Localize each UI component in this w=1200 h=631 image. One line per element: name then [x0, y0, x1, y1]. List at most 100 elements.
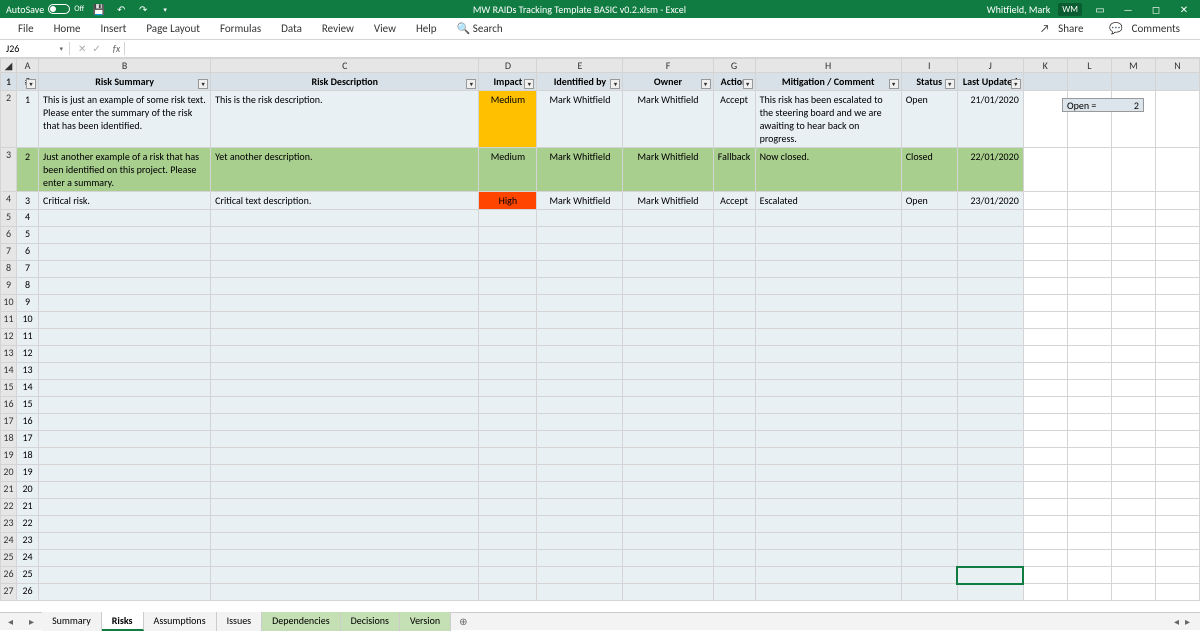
cell-num[interactable]: 10 — [17, 312, 39, 329]
empty-data-cell[interactable] — [755, 431, 901, 448]
empty-data-cell[interactable] — [957, 380, 1023, 397]
empty-data-cell[interactable] — [957, 533, 1023, 550]
empty-data-cell[interactable] — [755, 312, 901, 329]
empty-data-cell[interactable] — [479, 533, 537, 550]
minimize-icon[interactable]: — — [1118, 3, 1138, 16]
empty-cell-plain[interactable] — [1023, 567, 1067, 584]
empty-data-cell[interactable] — [537, 261, 623, 278]
empty-cell-plain[interactable] — [1023, 414, 1067, 431]
empty-data-cell[interactable] — [211, 465, 479, 482]
empty-cell-plain[interactable] — [1155, 261, 1199, 278]
empty-data-cell[interactable] — [755, 414, 901, 431]
cell-status[interactable]: Closed — [901, 148, 957, 192]
empty-cell-plain[interactable] — [1023, 380, 1067, 397]
empty-cell-plain[interactable] — [1111, 227, 1155, 244]
empty-header-cell[interactable] — [1155, 73, 1199, 91]
empty-data-cell[interactable] — [211, 363, 479, 380]
empty-data-cell[interactable] — [755, 584, 901, 601]
row-header[interactable]: 11 — [1, 312, 17, 329]
filter-dropdown-icon[interactable]: ▾ — [889, 79, 899, 89]
empty-cell-plain[interactable] — [1111, 550, 1155, 567]
ribbon-tab-formulas[interactable]: Formulas — [210, 18, 271, 40]
empty-data-cell[interactable] — [479, 584, 537, 601]
cell-num[interactable]: 4 — [17, 210, 39, 227]
cell-num[interactable]: 16 — [17, 414, 39, 431]
empty-data-cell[interactable] — [755, 227, 901, 244]
maximize-icon[interactable]: ◻ — [1146, 3, 1166, 16]
empty-data-cell[interactable] — [537, 516, 623, 533]
empty-data-cell[interactable] — [755, 567, 901, 584]
empty-data-cell[interactable] — [39, 550, 211, 567]
empty-data-cell[interactable] — [901, 448, 957, 465]
empty-data-cell[interactable] — [957, 210, 1023, 227]
sheet-tab-decisions[interactable]: Decisions — [341, 612, 400, 631]
empty-data-cell[interactable] — [479, 414, 537, 431]
empty-data-cell[interactable] — [211, 278, 479, 295]
empty-cell-plain[interactable] — [1111, 482, 1155, 499]
column-header[interactable]: N — [1155, 59, 1199, 73]
empty-data-cell[interactable] — [901, 465, 957, 482]
empty-data-cell[interactable] — [39, 312, 211, 329]
table-header-summary[interactable]: Risk Summary▾ — [39, 73, 211, 91]
empty-cell-plain[interactable] — [1067, 148, 1111, 192]
filter-dropdown-icon[interactable]: ▾ — [610, 79, 620, 89]
cell-summary[interactable]: Critical risk. — [39, 192, 211, 210]
empty-data-cell[interactable] — [901, 567, 957, 584]
empty-cell-plain[interactable] — [1023, 584, 1067, 601]
empty-cell-plain[interactable] — [1023, 516, 1067, 533]
empty-data-cell[interactable] — [901, 210, 957, 227]
empty-data-cell[interactable] — [623, 567, 713, 584]
cell-mitigation[interactable]: Now closed. — [755, 148, 901, 192]
empty-data-cell[interactable] — [211, 295, 479, 312]
empty-cell-plain[interactable] — [1155, 346, 1199, 363]
empty-cell-plain[interactable] — [1111, 261, 1155, 278]
empty-cell-plain[interactable] — [1155, 533, 1199, 550]
sheet-tab-version[interactable]: Version — [400, 612, 451, 631]
empty-data-cell[interactable] — [713, 261, 755, 278]
empty-data-cell[interactable] — [537, 499, 623, 516]
empty-header-cell[interactable] — [1067, 73, 1111, 91]
cell-action[interactable]: Accept — [713, 91, 755, 148]
tab-nav-prev[interactable]: ◂ — [0, 615, 21, 628]
column-header[interactable]: K — [1023, 59, 1067, 73]
empty-data-cell[interactable] — [623, 516, 713, 533]
empty-data-cell[interactable] — [623, 210, 713, 227]
cell-num[interactable]: 12 — [17, 346, 39, 363]
empty-data-cell[interactable] — [755, 210, 901, 227]
cell-last-updated[interactable]: 23/01/2020 — [957, 192, 1023, 210]
empty-data-cell[interactable] — [623, 431, 713, 448]
row-header[interactable]: 19 — [1, 448, 17, 465]
selected-cell[interactable] — [957, 567, 1023, 584]
empty-data-cell[interactable] — [713, 516, 755, 533]
cell-owner[interactable]: Mark Whitfield — [623, 192, 713, 210]
empty-data-cell[interactable] — [957, 465, 1023, 482]
cell-num[interactable]: 5 — [17, 227, 39, 244]
empty-cell-plain[interactable] — [1023, 192, 1067, 210]
empty-data-cell[interactable] — [211, 380, 479, 397]
empty-data-cell[interactable] — [39, 295, 211, 312]
empty-cell-plain[interactable] — [1155, 380, 1199, 397]
empty-data-cell[interactable] — [479, 499, 537, 516]
row-header[interactable]: 9 — [1, 278, 17, 295]
empty-data-cell[interactable] — [901, 261, 957, 278]
column-header[interactable]: I — [901, 59, 957, 73]
empty-data-cell[interactable] — [537, 448, 623, 465]
sheet-tab-assumptions[interactable]: Assumptions — [144, 612, 217, 631]
empty-data-cell[interactable] — [901, 482, 957, 499]
enter-formula-icon[interactable]: ✓ — [92, 42, 100, 55]
empty-data-cell[interactable] — [957, 244, 1023, 261]
empty-data-cell[interactable] — [957, 499, 1023, 516]
row-header[interactable]: 20 — [1, 465, 17, 482]
empty-cell-plain[interactable] — [1155, 227, 1199, 244]
empty-data-cell[interactable] — [211, 346, 479, 363]
cell-status[interactable]: Open — [901, 91, 957, 148]
empty-data-cell[interactable] — [755, 278, 901, 295]
empty-data-cell[interactable] — [901, 227, 957, 244]
column-header[interactable]: L — [1067, 59, 1111, 73]
empty-data-cell[interactable] — [39, 431, 211, 448]
empty-data-cell[interactable] — [755, 329, 901, 346]
empty-data-cell[interactable] — [39, 465, 211, 482]
sheet-tab-summary[interactable]: Summary — [42, 612, 102, 631]
empty-cell-plain[interactable] — [1155, 278, 1199, 295]
empty-cell-plain[interactable] — [1155, 363, 1199, 380]
